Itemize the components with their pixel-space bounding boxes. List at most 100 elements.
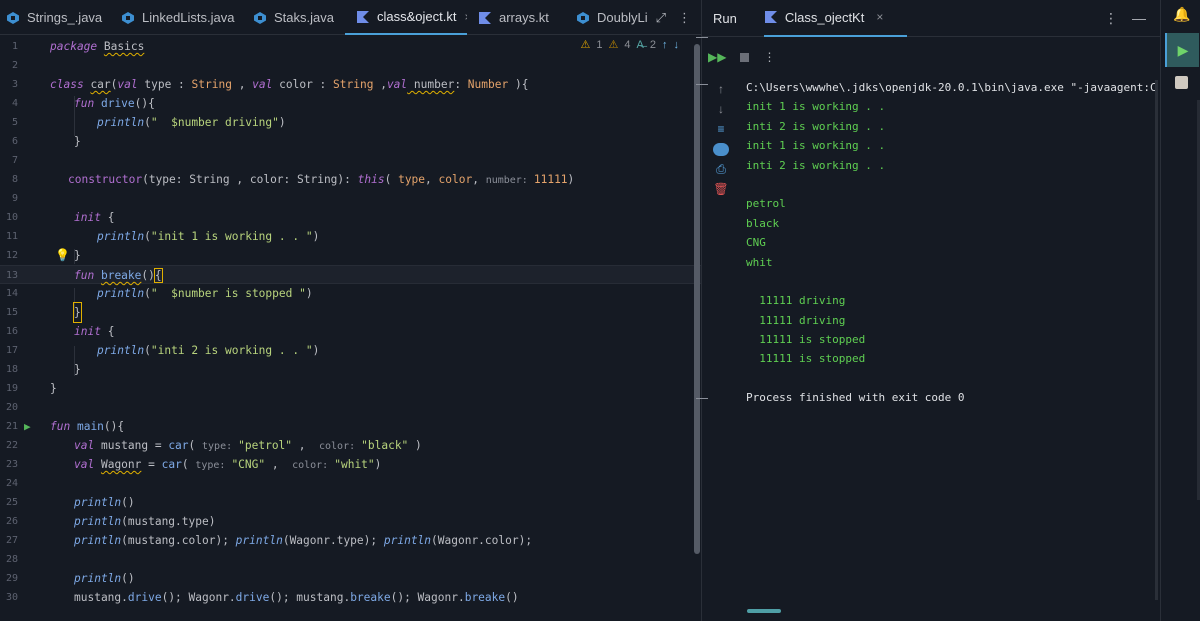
type-name: String	[191, 78, 232, 91]
console-scrollbar[interactable]	[1155, 80, 1158, 600]
receiver: (); Wagonr.	[390, 591, 465, 604]
kotlin-file-icon	[764, 11, 777, 23]
code-line: 6}	[0, 132, 701, 151]
console-output[interactable]: C:\Users\wwwhe\.jdks\openjdk-20.0.1\bin\…	[746, 78, 1156, 408]
scroll-down-icon[interactable]: ↓	[718, 103, 724, 116]
scroll-to-end-icon[interactable]	[713, 143, 729, 156]
function-call: println	[74, 572, 122, 585]
line-number: 24	[5, 478, 18, 489]
console-line: C:\Users\wwwhe\.jdks\openjdk-20.0.1\bin\…	[746, 81, 1156, 94]
trash-icon[interactable]: 🗑	[713, 183, 728, 196]
line-number: 26	[5, 516, 18, 527]
editor-scrollbar[interactable]	[694, 44, 700, 554]
tab-label: Staks.java	[274, 10, 334, 25]
line-number: 4	[11, 98, 18, 109]
line-number: 21	[5, 421, 18, 432]
keyword: class	[50, 78, 84, 91]
tab-strings-java[interactable]: Strings_.java	[0, 0, 105, 35]
function-call: car	[168, 439, 189, 452]
code-line: 27 println(mustang.color); println(Wagonr…	[0, 531, 701, 550]
keyword: val	[252, 78, 273, 91]
function-call: println	[97, 287, 145, 300]
tab-arrays-kt[interactable]: arrays.kt	[467, 0, 567, 35]
database-icon[interactable]	[1175, 76, 1188, 89]
function-call: println	[97, 344, 145, 357]
function-call: breake	[350, 591, 391, 604]
tab-doublylinked[interactable]: DoublyLink	[567, 0, 647, 35]
line-number: 19	[5, 383, 18, 394]
console-horizontal-scrollbar[interactable]	[747, 609, 781, 613]
run-gutter-icon[interactable]: ▶	[24, 417, 31, 436]
run-tool-window: Run Class_ojectKt × ⋮ — ▶▶ ⋮ ↑ ↓ ≡ ⎙ 🗑 C…	[696, 0, 1160, 621]
brace: }	[74, 249, 81, 262]
line-number: 20	[5, 402, 18, 413]
notifications-icon[interactable]: 🔔	[1173, 6, 1190, 23]
code-line: 8 constructor(type: String , color: Strin…	[0, 170, 701, 189]
code-line: 20	[0, 398, 701, 417]
arguments: (mustang.color);	[121, 534, 236, 547]
keyword: fun	[74, 269, 95, 282]
scroll-up-icon[interactable]: ↑	[718, 83, 724, 96]
console-line: init 1 is working . .	[746, 139, 886, 153]
line-number: 22	[5, 440, 18, 451]
divider-tick	[696, 398, 708, 399]
more-icon[interactable]: ⋮	[763, 50, 775, 64]
paren: (	[188, 439, 203, 452]
tab-staks-java[interactable]: Staks.java	[236, 0, 345, 35]
console-line: 11111 driving	[746, 313, 846, 327]
kotlin-file-icon	[479, 11, 491, 24]
rerun-icon[interactable]: ▶▶	[708, 50, 726, 64]
keyword: val	[74, 458, 95, 471]
code-line: 15}	[0, 302, 701, 323]
function-call: println	[74, 496, 122, 509]
function-call: println	[383, 534, 432, 547]
tab-class-oject-kt[interactable]: class&oject.kt ×	[345, 0, 467, 35]
package-name: Basics	[103, 40, 145, 53]
keyword: val	[74, 439, 95, 452]
line-number: 14	[5, 288, 18, 299]
parameter-hint: type:	[202, 441, 239, 452]
tab-linkedlists-java[interactable]: LinkedLists.java	[105, 0, 236, 35]
code-editor[interactable]: ⚠ 1 ⚠ 4 A̶ 2 ↑ ↓ 1 package Basics 2 3 class c…	[0, 36, 701, 621]
line-number: 28	[5, 554, 18, 565]
stop-icon[interactable]	[740, 52, 750, 62]
line-number: 5	[11, 117, 18, 128]
run-tool-button[interactable]: ▶	[1165, 33, 1199, 67]
more-icon[interactable]: ⋮	[1104, 10, 1118, 27]
brace: {	[100, 211, 115, 224]
minimize-icon[interactable]: —	[1132, 10, 1146, 27]
function-call: car	[161, 458, 182, 471]
param-name: type	[137, 78, 179, 91]
receiver: mustang.	[74, 591, 128, 604]
tab-label: class&oject.kt	[377, 9, 457, 24]
line-number: 1	[11, 41, 18, 52]
line-number: 7	[11, 155, 18, 166]
parameter-hint: number:	[485, 175, 534, 186]
variable: Wagonr	[100, 458, 142, 471]
more-icon[interactable]: ⋮	[678, 10, 691, 26]
print-icon[interactable]: ⎙	[716, 163, 726, 176]
tab-run-configuration[interactable]: Class_ojectKt ×	[763, 0, 908, 37]
line-number: 3	[11, 79, 18, 90]
java-class-icon	[254, 11, 266, 24]
paren: )	[374, 458, 382, 471]
run-title: Run	[713, 10, 737, 26]
keyword: val	[386, 78, 408, 91]
soft-wrap-icon[interactable]: ≡	[717, 123, 724, 136]
function-call: println	[97, 116, 145, 129]
parameter-hint: color:	[318, 441, 362, 452]
lightbulb-icon[interactable]: 💡	[55, 246, 70, 265]
close-icon[interactable]: ×	[876, 10, 883, 24]
keyword: fun	[50, 420, 71, 433]
class-name: car	[90, 78, 111, 91]
divider-tick	[696, 84, 708, 85]
expand-icon[interactable]: ⤢	[656, 10, 666, 26]
function-call: println	[97, 230, 145, 243]
code-line: 2	[0, 56, 701, 75]
line-number: 6	[11, 136, 18, 147]
code-line: 9	[0, 189, 701, 208]
